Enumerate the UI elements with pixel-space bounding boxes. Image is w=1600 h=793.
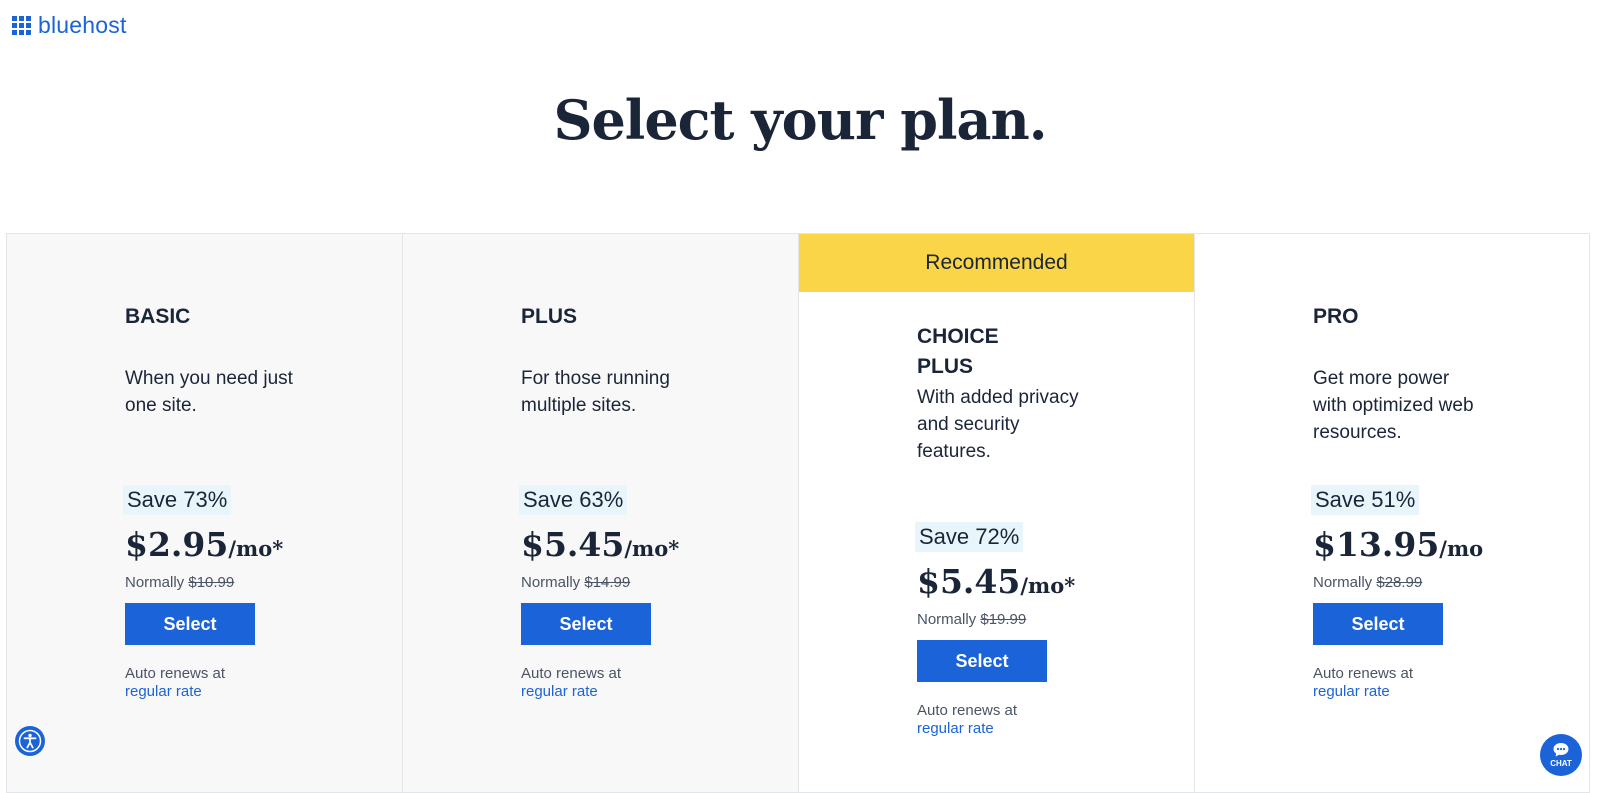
plan-name: PRO — [1313, 305, 1359, 328]
renew-note: Auto renews at regular rate — [917, 702, 1157, 738]
price-row: $2.95/mo* — [125, 525, 365, 564]
normally-label: Normally — [125, 574, 185, 591]
normally-label: Normally — [521, 574, 581, 591]
renew-text: Auto renews at — [1313, 665, 1414, 682]
normally-price: $28.99 — [1376, 574, 1423, 591]
select-basic-button[interactable]: Select — [125, 603, 255, 645]
price: $5.45 — [521, 525, 625, 564]
logo-text: bluehost — [38, 12, 127, 38]
save-badge: Save 72% — [915, 522, 1024, 552]
price-row: $13.95/mo — [1313, 525, 1553, 564]
save-badge: Save 73% — [123, 485, 232, 515]
plan-content: PLUS For those running multiple sites. S… — [519, 234, 761, 701]
plan-description: For those running multiple sites. — [521, 368, 670, 416]
normal-price: Normally $28.99 — [1313, 574, 1553, 591]
plan-content: BASIC When you need just one site. Save … — [123, 234, 365, 701]
price-unit: /mo — [1439, 536, 1484, 561]
normal-price: Normally $19.99 — [917, 611, 1157, 628]
plan-card-basic: BASIC When you need just one site. Save … — [6, 233, 402, 793]
renew-note: Auto renews at regular rate — [1313, 665, 1553, 701]
plan-description: When you need just one site. — [125, 368, 293, 416]
plan-card-pro: PRO Get more power with optimized web re… — [1194, 233, 1590, 793]
price-row: $5.45/mo* — [917, 562, 1157, 601]
price: $5.45 — [917, 562, 1021, 601]
chat-bubble-icon — [1553, 743, 1569, 757]
plan-name: BASIC — [125, 305, 191, 328]
renew-text: Auto renews at — [125, 665, 226, 682]
grid-icon — [12, 16, 31, 35]
price-row: $5.45/mo* — [521, 525, 761, 564]
normally-label: Normally — [917, 611, 977, 628]
renew-text: Auto renews at — [521, 665, 622, 682]
normally-price: $19.99 — [980, 611, 1027, 628]
accessibility-icon — [18, 729, 42, 753]
select-pro-button[interactable]: Select — [1313, 603, 1443, 645]
bluehost-logo[interactable]: bluehost — [12, 12, 127, 39]
regular-rate-link[interactable]: regular rate — [917, 720, 994, 737]
regular-rate-link[interactable]: regular rate — [125, 683, 202, 700]
plan-card-choice-plus: Recommended CHOICE PLUS With added priva… — [798, 233, 1194, 793]
renew-text: Auto renews at — [917, 702, 1018, 719]
price: $13.95 — [1313, 525, 1440, 564]
plan-card-plus: PLUS For those running multiple sites. S… — [402, 233, 798, 793]
save-badge: Save 51% — [1311, 485, 1420, 515]
accessibility-button[interactable] — [15, 726, 45, 756]
select-choice-plus-button[interactable]: Select — [917, 640, 1047, 682]
page-title: Select your plan. — [553, 88, 1047, 152]
renew-note: Auto renews at regular rate — [521, 665, 761, 701]
normally-label: Normally — [1313, 574, 1373, 591]
chat-label: CHAT — [1550, 759, 1572, 768]
plans-row: BASIC When you need just one site. Save … — [6, 233, 1592, 793]
select-plus-button[interactable]: Select — [521, 603, 651, 645]
plan-description: With added privacy and security features… — [917, 387, 1079, 462]
renew-note: Auto renews at regular rate — [125, 665, 365, 701]
normal-price: Normally $14.99 — [521, 574, 761, 591]
plan-content: PRO Get more power with optimized web re… — [1311, 234, 1553, 701]
save-badge: Save 63% — [519, 485, 628, 515]
price-unit: /mo* — [1020, 573, 1076, 598]
normally-price: $10.99 — [188, 574, 235, 591]
price: $2.95 — [125, 525, 229, 564]
chat-button[interactable]: CHAT — [1540, 734, 1582, 776]
plan-description: Get more power with optimized web resour… — [1313, 368, 1474, 443]
regular-rate-link[interactable]: regular rate — [521, 683, 598, 700]
plan-name: CHOICE PLUS — [917, 325, 999, 378]
normally-price: $14.99 — [584, 574, 631, 591]
price-unit: /mo* — [624, 536, 680, 561]
normal-price: Normally $10.99 — [125, 574, 365, 591]
plan-name: PLUS — [521, 305, 578, 328]
price-unit: /mo* — [228, 536, 284, 561]
plan-content: CHOICE PLUS With added privacy and secur… — [915, 234, 1157, 738]
regular-rate-link[interactable]: regular rate — [1313, 683, 1390, 700]
